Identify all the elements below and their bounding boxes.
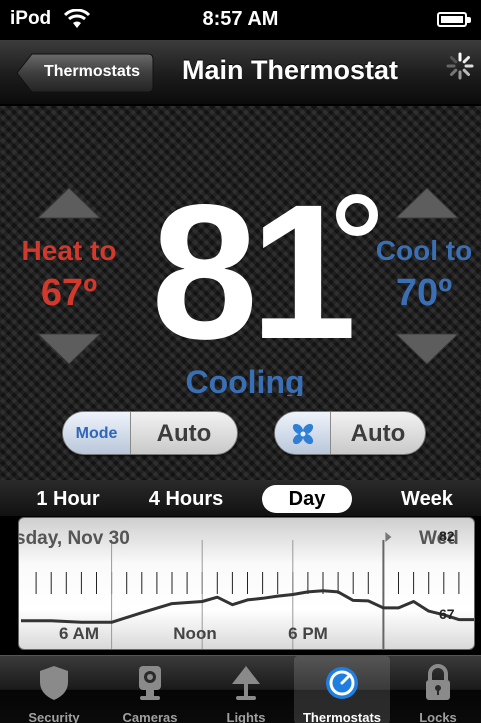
fan-segment	[275, 412, 331, 454]
shield-icon	[40, 666, 68, 700]
degree-symbol	[336, 194, 378, 236]
tab-security-label: Security	[28, 710, 80, 723]
tab-security[interactable]: Security	[6, 656, 102, 723]
lamp-icon	[232, 666, 260, 700]
history-range-tabs: 1 Hour 4 Hours Day Week	[0, 480, 481, 516]
chart-x-label-noon: Noon	[173, 624, 217, 643]
status-bar: iPod 8:57 AM	[0, 0, 481, 40]
heat-down-arrow-icon[interactable]	[36, 332, 102, 366]
tab-cameras[interactable]: Cameras	[102, 656, 198, 723]
tab-lights[interactable]: Lights	[198, 656, 294, 723]
chart-x-label-6am: 6 AM	[59, 624, 99, 643]
thermostat-panel: Heat to 67º 81 Cool to 70º Cooling Mode …	[0, 106, 481, 480]
temperature-series-line	[21, 589, 474, 624]
cool-setpoint-label: Cool to	[375, 235, 473, 266]
mode-button[interactable]: Mode Auto	[62, 411, 238, 455]
thermostat-icon	[326, 667, 358, 699]
cool-down-arrow-icon[interactable]	[394, 332, 460, 366]
tab-thermostats[interactable]: Thermostats	[294, 656, 390, 723]
clock: 8:57 AM	[202, 8, 279, 30]
chart-y-min-label: 67	[439, 606, 455, 622]
back-button[interactable]: Thermostats	[16, 53, 154, 93]
page-title: Main Thermostat	[181, 55, 399, 85]
tab-locks-label: Locks	[419, 710, 457, 723]
chart-date-label: sday, Nov 30	[18, 528, 130, 549]
current-temperature: 81	[151, 164, 357, 379]
heat-up-arrow-icon[interactable]	[36, 186, 102, 220]
cool-setpoint-value: 70º	[395, 272, 453, 314]
fan-icon	[292, 423, 314, 445]
camera-icon	[139, 666, 161, 700]
tab-locks[interactable]: Locks	[390, 656, 481, 723]
range-tab-week[interactable]: Week	[382, 485, 472, 513]
range-tab-1-hour[interactable]: 1 Hour	[18, 485, 118, 513]
tab-bar: Security Cameras Lights Thermostats Lock…	[0, 655, 481, 723]
mode-label: Mode	[75, 425, 118, 442]
battery-icon	[437, 12, 471, 27]
navigation-bar: Thermostats Main Thermostat	[0, 40, 481, 105]
range-tab-day[interactable]: Day	[262, 485, 352, 513]
mode-value: Auto	[156, 420, 212, 447]
fan-button[interactable]: Auto	[274, 411, 426, 455]
lock-icon	[426, 664, 450, 700]
tab-thermostats-label: Thermostats	[302, 710, 382, 723]
mode-segment: Mode	[63, 412, 131, 454]
hvac-status: Cooling	[185, 364, 305, 396]
heat-setpoint-label: Heat to	[21, 235, 117, 266]
tab-cameras-label: Cameras	[122, 710, 178, 723]
chart-x-label-6pm: 6 PM	[288, 624, 328, 643]
activity-spinner-icon	[446, 52, 474, 80]
heat-setpoint-value: 67º	[40, 272, 98, 314]
temperature-history-chart[interactable]: sday, Nov 30 Wed 82 67 6 AM Noon 6 PM	[18, 517, 475, 650]
fan-value: Auto	[350, 420, 406, 447]
range-tab-4-hours[interactable]: 4 Hours	[134, 485, 238, 513]
next-day-arrow-icon	[385, 532, 392, 542]
chart-y-max-label: 82	[439, 528, 455, 544]
tab-lights-label: Lights	[226, 710, 266, 723]
back-button-label: Thermostats	[43, 63, 141, 80]
cool-up-arrow-icon[interactable]	[394, 186, 460, 220]
